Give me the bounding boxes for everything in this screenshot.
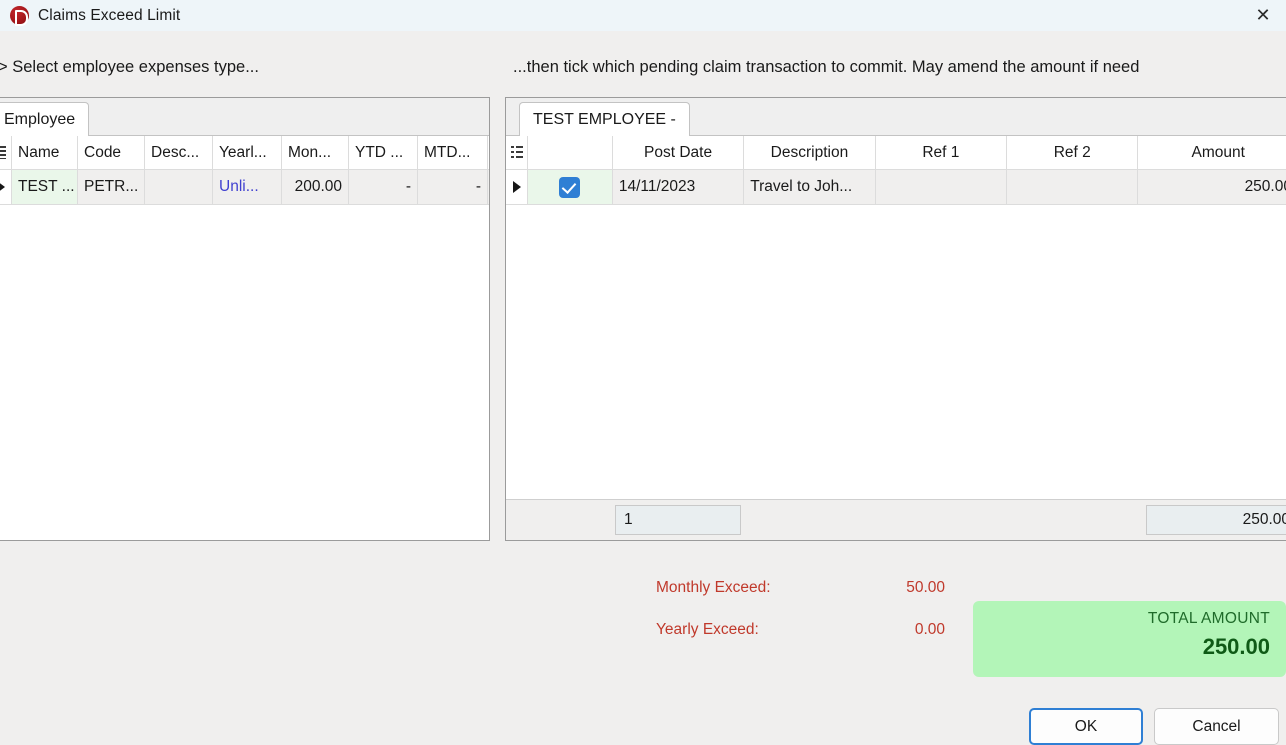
tab-employee-label: Employee <box>4 110 76 128</box>
employee-grid: Name Code Desc... Yearl... Mon... YTD ..… <box>0 136 489 540</box>
cell-mtd[interactable]: - <box>418 170 488 204</box>
column-header-description[interactable]: Description <box>744 136 876 169</box>
total-amount-box: TOTAL AMOUNT 250.00 <box>973 601 1286 677</box>
window-title: Claims Exceed Limit <box>38 6 181 24</box>
yearly-exceed-value: 0.00 <box>914 621 945 638</box>
tab-test-employee-label: TEST EMPLOYEE - <box>533 110 676 128</box>
table-row[interactable]: TEST ... PETR... Unli... 200.00 - - <box>0 170 489 205</box>
cell-monthly[interactable]: 200.00 <box>282 170 349 204</box>
total-amount-label: TOTAL AMOUNT <box>1147 610 1270 627</box>
grid-menu-icon[interactable] <box>0 136 12 169</box>
app-logo-icon <box>10 6 29 26</box>
cell-code[interactable]: PETR... <box>78 170 145 204</box>
hint-tick-claim-transaction: ...then tick which pending claim transac… <box>513 58 1140 76</box>
title-bar: Claims Exceed Limit ✕ <box>0 0 1286 31</box>
footer-amount-total: 250.00 <box>1145 505 1286 535</box>
total-amount-value: 250.00 <box>1202 634 1270 659</box>
cell-name[interactable]: TEST ... <box>12 170 78 204</box>
column-header-post-date[interactable]: Post Date <box>613 136 745 169</box>
checkmark-icon <box>559 176 581 198</box>
yearly-exceed-label: Yearly Exceed: <box>656 621 759 638</box>
column-header-desc[interactable]: Desc... <box>145 136 213 169</box>
column-header-mtd[interactable]: MTD... <box>418 136 488 169</box>
cell-ref1[interactable] <box>876 170 1008 204</box>
claims-grid-footer: 1 250.00 <box>506 499 1286 540</box>
cell-ytd[interactable]: - <box>349 170 418 204</box>
tab-test-employee[interactable]: TEST EMPLOYEE - <box>519 102 690 136</box>
checkbox-commit-claim[interactable] <box>528 170 613 204</box>
row-indicator-icon <box>506 170 528 204</box>
cell-desc[interactable] <box>145 170 213 204</box>
hint-select-expense-type: > Select employee expenses type... <box>0 58 259 76</box>
claims-grid: Post Date Description Ref 1 Ref 2 Amount… <box>506 136 1286 540</box>
cell-yearly[interactable]: Unli... <box>213 170 282 204</box>
column-header-yearly[interactable]: Yearl... <box>213 136 282 169</box>
claims-grid-header: Post Date Description Ref 1 Ref 2 Amount <box>506 136 1286 170</box>
cell-ref2[interactable] <box>1007 170 1139 204</box>
footer-record-count: 1 <box>615 505 741 535</box>
column-header-select[interactable] <box>528 136 613 169</box>
column-header-code[interactable]: Code <box>78 136 145 169</box>
claims-tabstrip: TEST EMPLOYEE - <box>506 98 1286 136</box>
column-header-amount[interactable]: Amount <box>1138 136 1286 169</box>
column-header-monthly[interactable]: Mon... <box>282 136 349 169</box>
table-row[interactable]: 14/11/2023 Travel to Joh... 250.00 <box>506 170 1286 205</box>
employee-tabstrip: Employee <box>0 98 489 136</box>
dialog-body: > Select employee expenses type... ...th… <box>0 31 1286 745</box>
grid-menu-icon[interactable] <box>506 136 528 169</box>
column-header-ref1[interactable]: Ref 1 <box>876 136 1008 169</box>
monthly-exceed-value: 50.00 <box>906 579 945 596</box>
claims-panel: TEST EMPLOYEE - Post Date Description Re… <box>505 97 1286 541</box>
ok-button[interactable]: OK <box>1029 708 1143 745</box>
column-header-ref2[interactable]: Ref 2 <box>1007 136 1139 169</box>
cell-post-date[interactable]: 14/11/2023 <box>613 170 745 204</box>
employee-grid-header: Name Code Desc... Yearl... Mon... YTD ..… <box>0 136 489 170</box>
tab-employee[interactable]: Employee <box>0 102 90 136</box>
cell-amount[interactable]: 250.00 <box>1138 170 1286 204</box>
monthly-exceed-label: Monthly Exceed: <box>656 579 771 596</box>
close-icon[interactable]: ✕ <box>1240 0 1286 31</box>
employee-panel: Employee Name Code Desc... Yearl... Mon.… <box>0 97 490 541</box>
row-indicator-icon <box>0 170 12 204</box>
cancel-button[interactable]: Cancel <box>1154 708 1279 745</box>
column-header-name[interactable]: Name <box>12 136 78 169</box>
column-header-ytd[interactable]: YTD ... <box>349 136 418 169</box>
cell-description[interactable]: Travel to Joh... <box>744 170 876 204</box>
